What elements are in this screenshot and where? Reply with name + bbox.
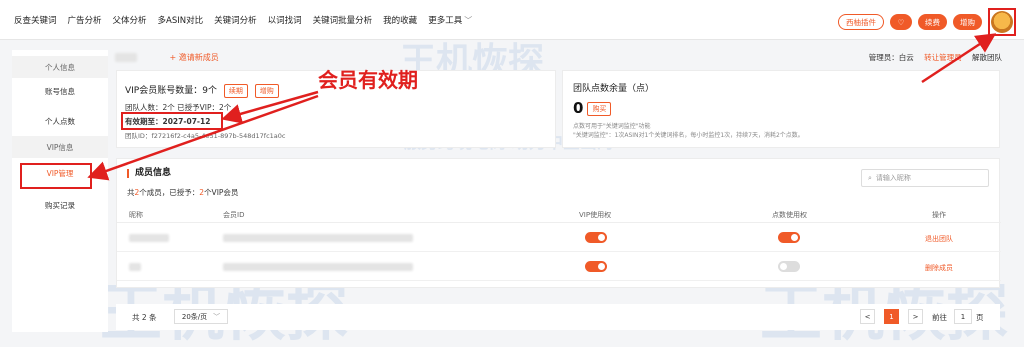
- members-card: 成员信息 共2个成员，已授予：2个VIP会员 ⌕ 请输入昵称 昵称 会员ID V…: [116, 158, 1001, 288]
- col-actions: 操作: [932, 211, 946, 219]
- vip-add-button[interactable]: 增购: [254, 83, 279, 98]
- nav-keyword-analysis[interactable]: 关键词分析: [214, 14, 257, 26]
- sidebar-item-account[interactable]: 账号信息: [12, 80, 108, 102]
- sidebar-group-personal: 个人信息: [12, 56, 108, 78]
- vip-manage-highlight: [20, 163, 92, 189]
- member-id-blurred: [223, 263, 413, 271]
- vip-count-title: VIP会员账号数量：9个 续期 增购: [125, 83, 279, 98]
- members-count: 共2个成员，已授予：2个VIP会员: [127, 188, 239, 197]
- leave-team-link[interactable]: 退出团队: [925, 234, 953, 244]
- page-size-select[interactable]: 20条/页 ﹀: [174, 309, 228, 324]
- vip-renew-button[interactable]: 续期: [223, 83, 248, 98]
- vip-toggle[interactable]: [585, 232, 607, 243]
- admin-name: 白云: [898, 53, 914, 62]
- team-id: 团队ID：f27216f2-c4a5-4e51-897b-548d17fc1a0…: [125, 132, 286, 140]
- table-header: 昵称 会员ID VIP使用权 点数使用权 操作: [117, 205, 1001, 223]
- points-note-detail: "关键词监控"：1次ASIN对1个关键词排名，每小时监控1次，持续7天，消耗2个…: [573, 132, 804, 139]
- annotation-label: 会员有效期: [318, 68, 418, 92]
- vip-toggle[interactable]: [585, 261, 607, 272]
- table-row: 退出团队: [117, 224, 1001, 252]
- nav-reverse-keyword[interactable]: 反查关键词: [14, 14, 57, 26]
- chevron-down-icon: ﹀: [464, 16, 473, 25]
- nickname-blurred: [129, 263, 141, 271]
- table-row: 删除成员: [117, 253, 1001, 281]
- heart-button[interactable]: ♡: [890, 14, 912, 30]
- points-toggle[interactable]: [778, 261, 800, 272]
- sidebar-item-purchase[interactable]: 购买记录: [12, 194, 108, 216]
- goto-page-input[interactable]: 1: [954, 309, 972, 324]
- buy-button[interactable]: 增购: [953, 14, 982, 30]
- next-page-button[interactable]: >: [908, 309, 923, 324]
- renew-button[interactable]: 续费: [918, 14, 947, 30]
- search-icon: ⌕: [868, 173, 872, 182]
- members-title: 成员信息: [127, 169, 171, 178]
- dissolve-team-link[interactable]: 解散团队: [972, 53, 1002, 62]
- points-note: 点数可用于"关键词监控"功能: [573, 123, 651, 130]
- points-value: 0 购买: [573, 99, 612, 117]
- nav-word-search[interactable]: 以词找词: [268, 14, 302, 26]
- heart-icon: ♡: [897, 17, 905, 27]
- col-vip-right: VIP使用权: [579, 211, 612, 219]
- avatar[interactable]: [991, 11, 1013, 33]
- col-nickname: 昵称: [129, 211, 143, 219]
- admin-bar: 管理员：白云 转让管理员 解散团队: [869, 52, 1002, 63]
- col-points-right: 点数使用权: [772, 211, 807, 219]
- nav-more-tools[interactable]: 更多工具 ﹀: [428, 14, 472, 26]
- total-count: 共 2 条: [132, 313, 157, 322]
- nickname-blurred: [129, 234, 169, 242]
- search-placeholder: 请输入昵称: [875, 174, 911, 182]
- chevron-down-icon: ﹀: [213, 312, 221, 321]
- invite-member-link[interactable]: + 邀请新成员: [170, 53, 219, 62]
- top-right-actions: 西柚插件 ♡ 续费 增购: [838, 8, 1016, 36]
- col-member-id: 会员ID: [223, 211, 245, 219]
- main-nav: 反查关键词 广告分析 父体分析 多ASIN对比 关键词分析 以词找词 关键词批量…: [14, 14, 472, 26]
- goto-label: 前往: [932, 313, 947, 322]
- nav-batch-keyword[interactable]: 关键词批量分析: [313, 14, 373, 26]
- points-buy-button[interactable]: 购买: [587, 101, 612, 116]
- valid-until-highlight: [121, 112, 223, 130]
- sidebar: 个人信息 账号信息 个人点数 VIP信息 VIP管理 购买记录: [12, 50, 108, 332]
- pagination: 共 2 条 20条/页 ﹀ < 1 > 前往 1 页: [116, 304, 1000, 330]
- top-navbar: 反查关键词 广告分析 父体分析 多ASIN对比 关键词分析 以词找词 关键词批量…: [0, 0, 1024, 40]
- avatar-highlight: [988, 8, 1016, 36]
- member-name-blurred: [115, 53, 137, 62]
- page-1-button[interactable]: 1: [884, 309, 899, 324]
- nav-ad-analysis[interactable]: 广告分析: [68, 14, 102, 26]
- transfer-admin-link[interactable]: 转让管理员: [924, 53, 962, 62]
- nav-multi-asin[interactable]: 多ASIN对比: [158, 14, 204, 26]
- page-unit-label: 页: [976, 313, 984, 322]
- points-card: 团队点数余量（点） 0 购买 点数可用于"关键词监控"功能 "关键词监控"：1次A…: [562, 70, 1000, 148]
- sidebar-group-vip: VIP信息: [12, 136, 108, 158]
- remove-member-link[interactable]: 删除成员: [925, 263, 953, 273]
- sidebar-item-points[interactable]: 个人点数: [12, 110, 108, 132]
- prev-page-button[interactable]: <: [860, 309, 875, 324]
- plugin-button[interactable]: 西柚插件: [838, 14, 884, 30]
- points-title: 团队点数余量（点）: [573, 84, 655, 94]
- member-id-blurred: [223, 234, 413, 242]
- admin-label: 管理员：: [868, 53, 899, 62]
- nav-parent-analysis[interactable]: 父体分析: [113, 14, 147, 26]
- member-header: + 邀请新成员: [115, 52, 219, 63]
- points-toggle[interactable]: [778, 232, 800, 243]
- nav-favorites[interactable]: 我的收藏: [383, 14, 417, 26]
- nickname-search-input[interactable]: ⌕ 请输入昵称: [861, 169, 989, 187]
